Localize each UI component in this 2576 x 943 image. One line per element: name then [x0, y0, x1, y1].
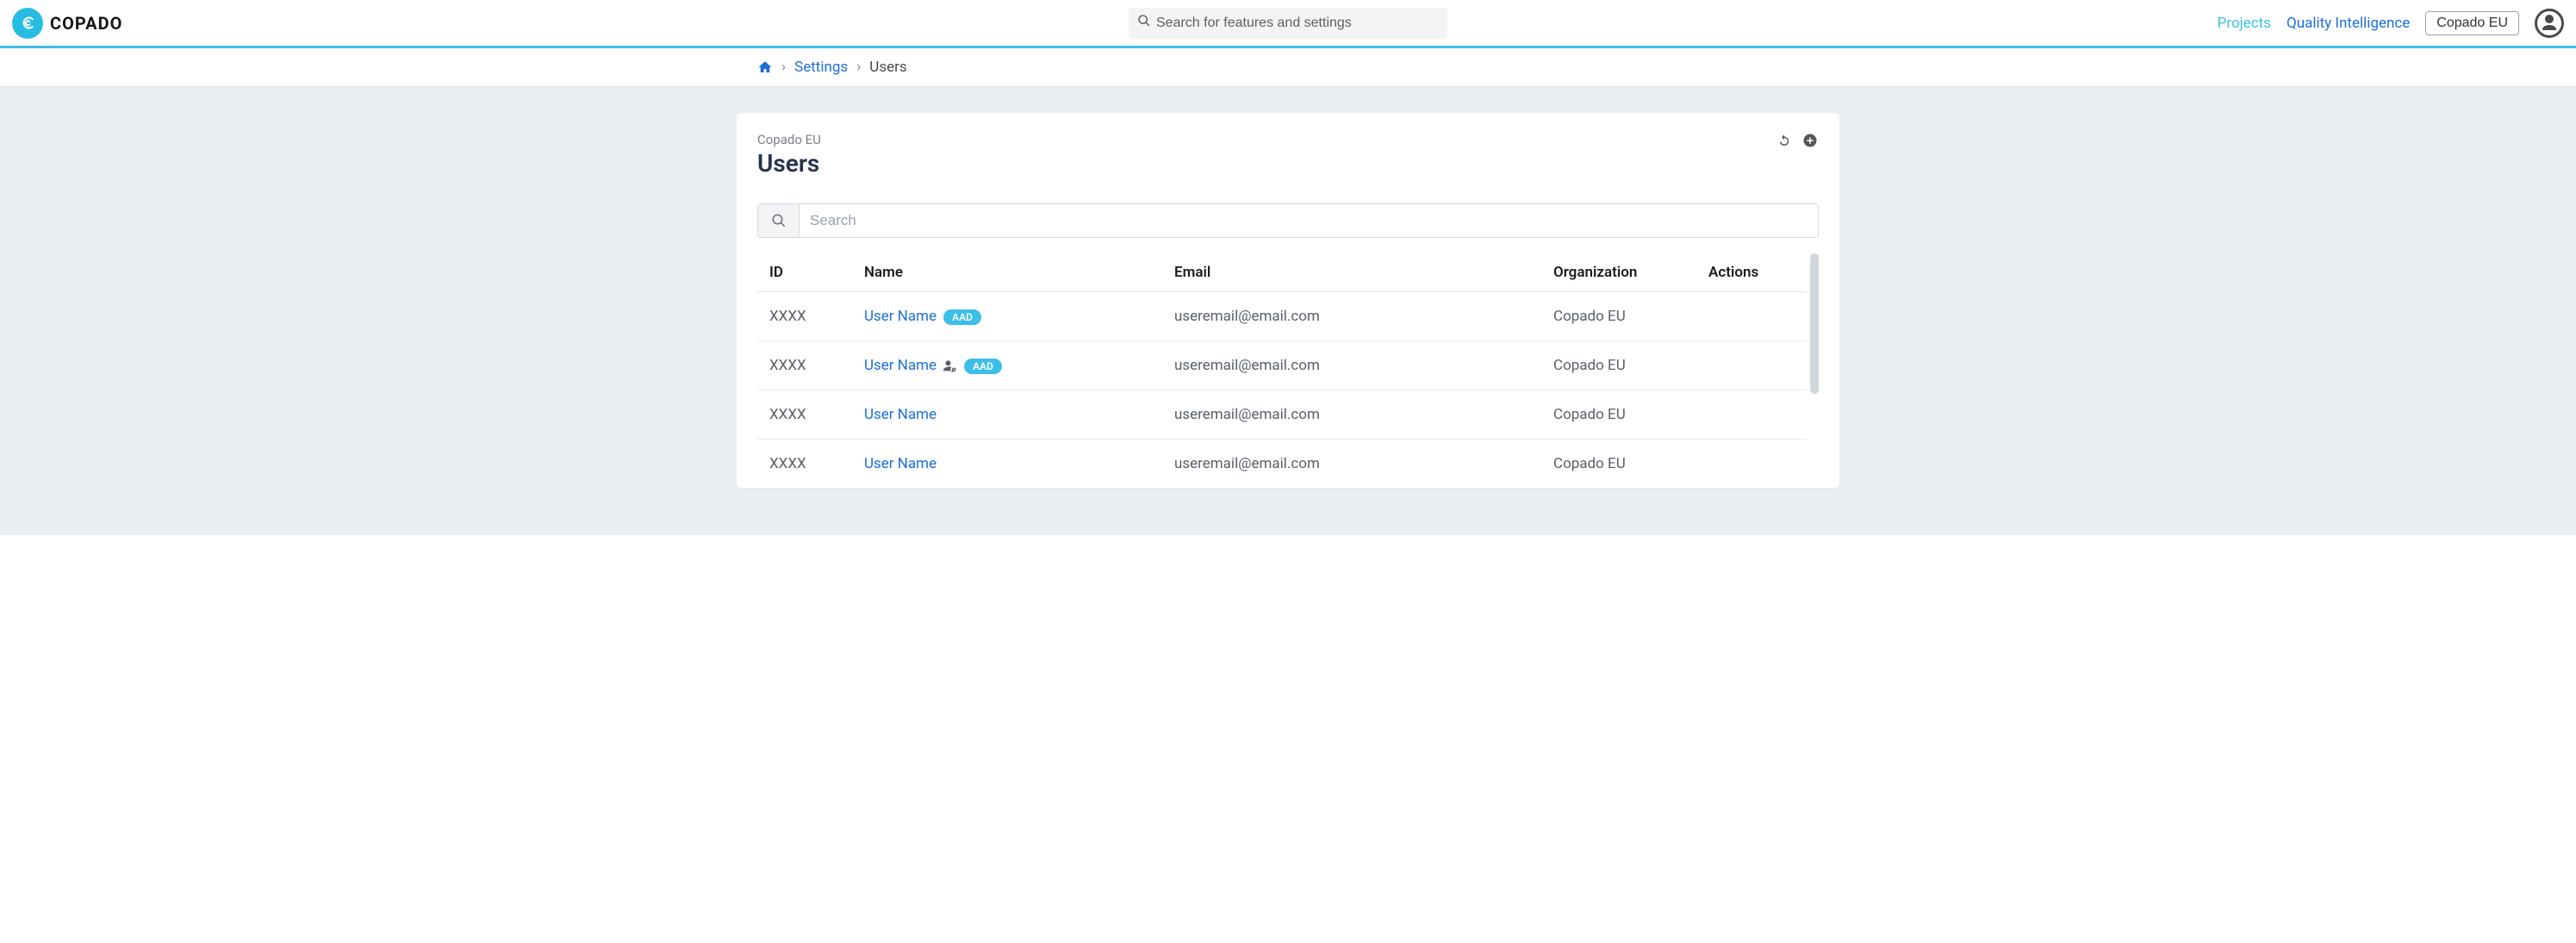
- copado-logo-icon: [12, 8, 43, 39]
- cell-email: useremail@email.com: [1162, 440, 1541, 489]
- breadcrumb-settings[interactable]: Settings: [794, 59, 848, 76]
- col-header-name[interactable]: Name: [852, 253, 1162, 292]
- search-icon-box: [758, 204, 800, 237]
- breadcrumb-current: Users: [869, 59, 906, 76]
- cell-organization: Copado EU: [1541, 341, 1696, 390]
- breadcrumb-bar: › Settings › Users: [0, 48, 2576, 87]
- cell-name: User Name AAD: [852, 292, 1162, 341]
- user-icon: [2539, 13, 2560, 34]
- cell-id: XXXX: [757, 440, 852, 489]
- page-title: Users: [757, 149, 821, 178]
- cell-name: User Name AAD: [852, 341, 1162, 390]
- user-name-link[interactable]: User Name: [864, 308, 936, 325]
- table-row: XXXX User Name useremail@email.comCopado E…: [757, 440, 1807, 489]
- cell-actions: [1696, 292, 1807, 341]
- table-row: XXXX User Name AAD useremail@email.comCopad…: [757, 292, 1807, 341]
- breadcrumb-separator: ›: [856, 59, 861, 76]
- users-table: ID Name Email Organization Actions XXXXU…: [757, 253, 1807, 488]
- cell-actions: [1696, 390, 1807, 440]
- cell-name: User Name: [852, 440, 1162, 489]
- breadcrumb-separator: ›: [781, 59, 786, 76]
- table-wrapper: ID Name Email Organization Actions XXXXU…: [757, 253, 1819, 488]
- org-selector[interactable]: Copado EU: [2425, 11, 2519, 35]
- col-header-actions: Actions: [1696, 253, 1807, 292]
- user-name-link[interactable]: User Name: [864, 406, 936, 423]
- cell-organization: Copado EU: [1541, 390, 1696, 440]
- users-card: Copado EU Users: [737, 113, 1839, 488]
- add-button[interactable]: [1801, 132, 1819, 149]
- cell-organization: Copado EU: [1541, 292, 1696, 341]
- refresh-button[interactable]: [1776, 132, 1793, 149]
- col-header-id[interactable]: ID: [757, 253, 852, 292]
- col-header-email[interactable]: Email: [1162, 253, 1541, 292]
- plus-circle-icon: [1802, 133, 1818, 148]
- brand-logo[interactable]: COPADO: [12, 8, 122, 39]
- scrollbar-thumb[interactable]: [1810, 253, 1819, 394]
- cell-name: User Name: [852, 390, 1162, 440]
- top-bar: COPADO Projects Quality Intelligence Cop…: [0, 0, 2576, 48]
- table-row: XXXX User Name AAD useremail@email.comCopad…: [757, 341, 1807, 390]
- card-subtitle: Copado EU: [757, 132, 821, 147]
- user-role-icon: [942, 359, 957, 374]
- table-search-input[interactable]: [800, 204, 1818, 237]
- col-header-organization[interactable]: Organization: [1541, 253, 1696, 292]
- auth-provider-badge: AAD: [964, 359, 1002, 374]
- nav-quality-intelligence[interactable]: Quality Intelligence: [2287, 15, 2410, 32]
- cell-id: XXXX: [757, 292, 852, 341]
- global-search-input[interactable]: [1156, 16, 1439, 31]
- top-nav-right: Projects Quality Intelligence Copado EU: [2218, 9, 2564, 38]
- nav-projects[interactable]: Projects: [2218, 15, 2271, 32]
- refresh-icon: [1776, 133, 1792, 148]
- cell-organization: Copado EU: [1541, 440, 1696, 489]
- home-icon[interactable]: [757, 59, 773, 75]
- cell-id: XXXX: [757, 341, 852, 390]
- cell-actions: [1696, 440, 1807, 489]
- scrollbar-track[interactable]: [1810, 253, 1819, 488]
- user-name-link[interactable]: User Name: [864, 455, 936, 472]
- brand-name: COPADO: [50, 13, 122, 34]
- search-icon: [1137, 14, 1151, 32]
- user-avatar[interactable]: [2535, 9, 2564, 38]
- auth-provider-badge: AAD: [943, 309, 981, 325]
- cell-email: useremail@email.com: [1162, 341, 1541, 390]
- table-search: [757, 203, 1819, 238]
- cell-email: useremail@email.com: [1162, 292, 1541, 341]
- search-icon: [771, 213, 787, 228]
- cell-id: XXXX: [757, 390, 852, 440]
- cell-email: useremail@email.com: [1162, 390, 1541, 440]
- breadcrumb: › Settings › Users: [737, 59, 1839, 76]
- global-search[interactable]: [1129, 8, 1447, 39]
- page-body: Copado EU Users: [0, 87, 2576, 535]
- card-header: Copado EU Users: [757, 132, 1819, 178]
- cell-actions: [1696, 341, 1807, 390]
- user-name-link[interactable]: User Name: [864, 357, 936, 374]
- table-row: XXXX User Name useremail@email.comCopado E…: [757, 390, 1807, 440]
